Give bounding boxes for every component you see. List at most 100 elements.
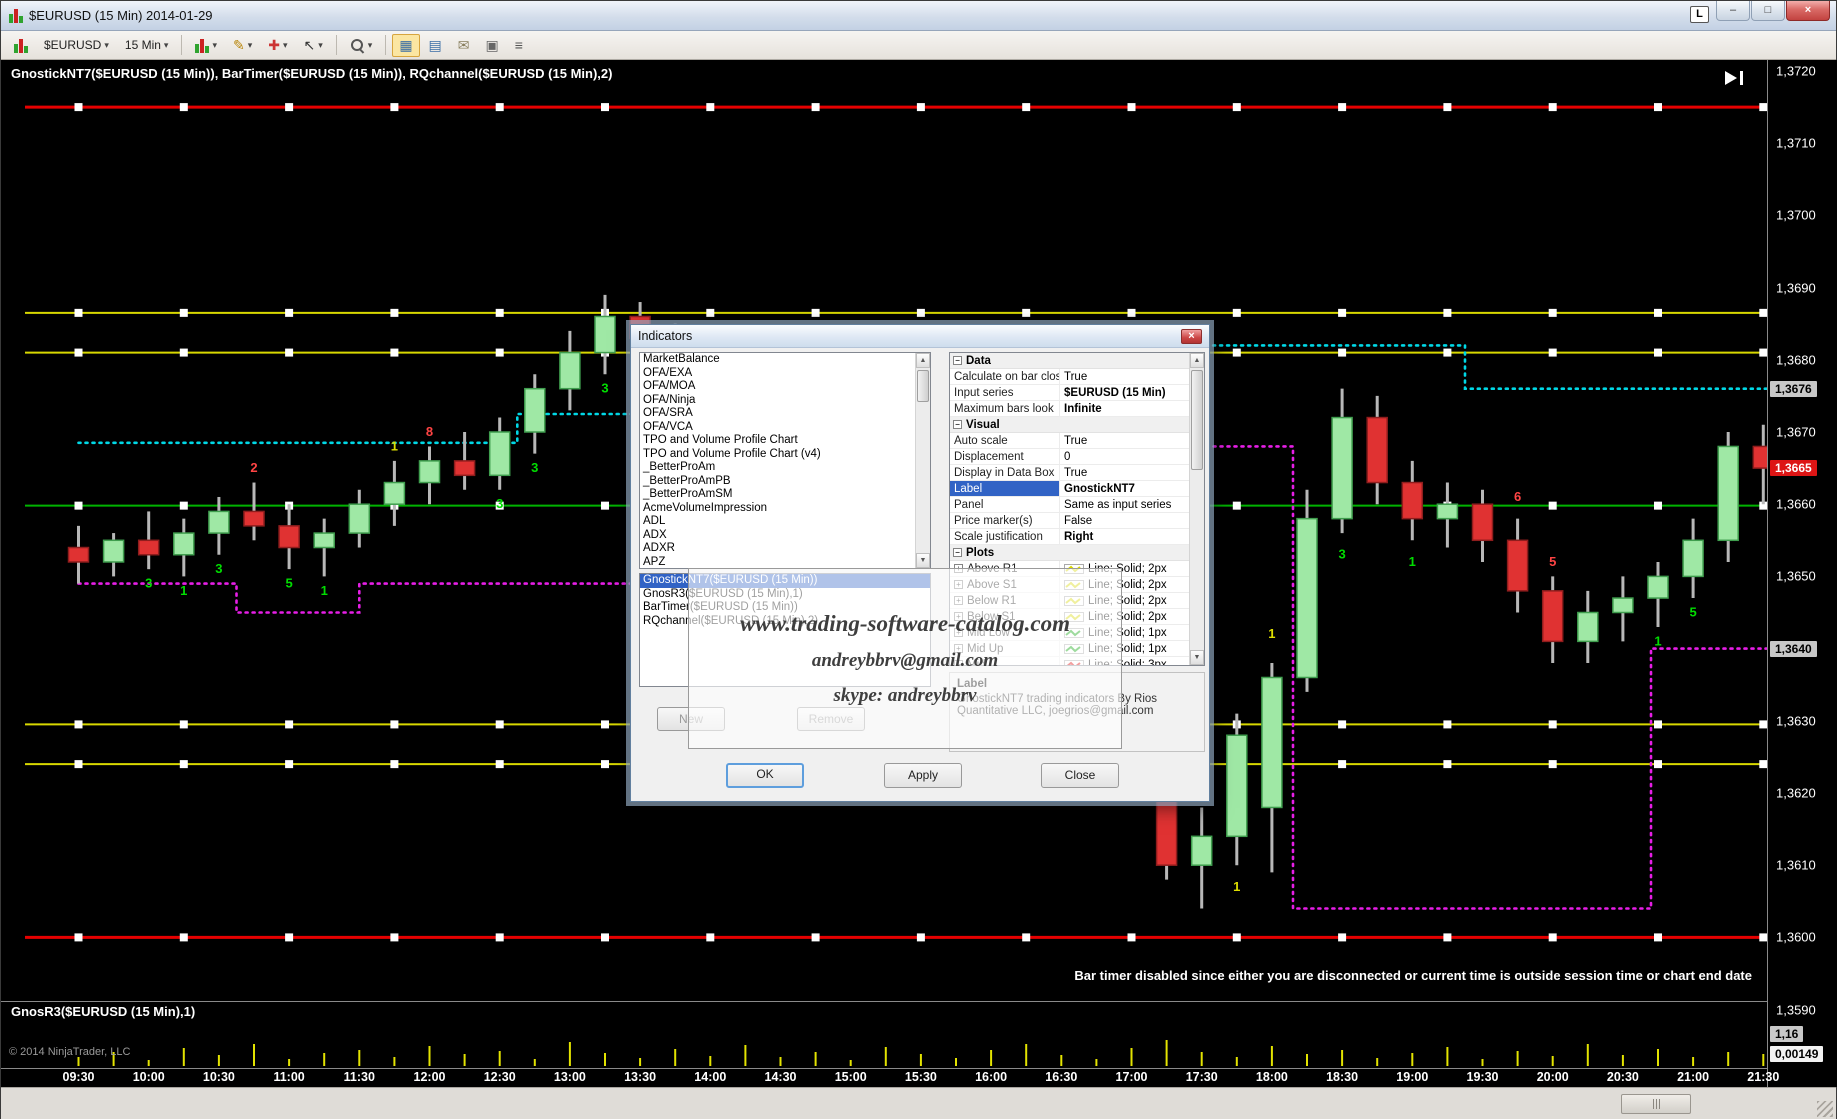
available-indicator-item[interactable]: OFA/Ninja (640, 394, 914, 408)
available-indicator-item[interactable]: ADL (640, 515, 914, 529)
watermark-line: andreybbrv@gmail.com (812, 650, 998, 672)
property-section-plots[interactable]: −Plots (950, 545, 1189, 561)
property-section-data[interactable]: −Data (950, 353, 1189, 369)
collapse-icon[interactable]: − (953, 420, 962, 429)
section-label: Plots (966, 547, 994, 559)
property-section-visual[interactable]: −Visual (950, 417, 1189, 433)
toolbar-separator (336, 35, 337, 55)
watermark-line: www.trading-software-catalog.com (740, 611, 1070, 637)
available-indicator-item[interactable]: TPO and Volume Profile Chart (v4) (640, 448, 914, 462)
property-row[interactable]: Scale justification Right (950, 529, 1189, 545)
available-list-scrollbar[interactable]: ▲ ▼ (915, 353, 930, 568)
scroll-down-icon[interactable]: ▼ (916, 553, 930, 568)
property-row[interactable]: Maximum bars lookInfinite (950, 401, 1189, 417)
property-value[interactable]: GnostickNT7 (1060, 481, 1189, 496)
interval-select[interactable]: 15 Min▾ (118, 34, 176, 57)
window-titlebar[interactable]: $EURUSD (15 Min) 2014-01-29 L – □ × (1, 1, 1836, 31)
property-row[interactable]: Calculate on bar closTrue (950, 369, 1189, 385)
scrollbar-thumb[interactable] (917, 370, 929, 402)
scrollbar-thumb[interactable] (1191, 370, 1203, 470)
chart-panel-button[interactable]: ▤ (422, 34, 449, 57)
cross-icon: ✚ (268, 38, 280, 52)
property-row[interactable]: LabelGnostickNT7 (950, 481, 1189, 497)
available-indicators-list[interactable]: MarketBalanceOFA/EXAOFA/MOAOFA/NinjaOFA/… (639, 352, 931, 569)
cursor-select[interactable]: ↖▾ (297, 34, 330, 57)
main-toolbar: $EURUSD▾15 Min▾▾✎▾✚▾↖▾▾▦▤✉▣≡ (1, 31, 1836, 60)
instrument-select[interactable]: $EURUSD▾ (37, 34, 116, 57)
property-row[interactable]: Auto scaleTrue (950, 433, 1189, 449)
available-indicator-item[interactable]: ADX (640, 529, 914, 543)
property-value[interactable]: Same as input series (1060, 497, 1189, 512)
data-box-button[interactable]: ▦ (392, 34, 419, 57)
dialog-titlebar[interactable]: Indicators × (631, 325, 1209, 348)
chart-button[interactable] (7, 34, 35, 57)
time-axis-label: 18:00 (1256, 1070, 1288, 1084)
property-row[interactable]: Displacement0 (950, 449, 1189, 465)
available-indicator-item[interactable]: TPO and Volume Profile Chart (640, 434, 914, 448)
property-value[interactable]: True (1060, 433, 1189, 448)
collapse-icon[interactable]: − (953, 356, 962, 365)
time-axis-label: 15:00 (835, 1070, 867, 1084)
scroll-up-icon[interactable]: ▲ (1190, 353, 1204, 368)
candles-icon (195, 38, 209, 53)
svg-text:3: 3 (1338, 547, 1345, 562)
price-axis[interactable]: 1,37201,37101,37001,36901,36801,36701,36… (1767, 60, 1837, 1087)
available-indicator-item[interactable]: APZ (640, 556, 914, 569)
horizontal-scrollbar-thumb[interactable] (1621, 1094, 1691, 1114)
property-name: Display in Data Box (950, 465, 1060, 480)
dropdown-arrow-icon: ▾ (368, 40, 373, 51)
available-indicator-item[interactable]: _BetterProAmSM (640, 488, 914, 502)
available-indicator-item[interactable]: OFA/EXA (640, 367, 914, 381)
available-indicator-item[interactable]: OFA/VCA (640, 421, 914, 435)
marker-tool-select[interactable]: ✚▾ (261, 34, 294, 57)
ok-button[interactable]: OK (726, 763, 804, 788)
available-indicator-item[interactable]: ADXR (640, 542, 914, 556)
price-axis-label: 1,3620 (1776, 786, 1816, 801)
property-value[interactable]: False (1060, 513, 1189, 528)
lock-button[interactable]: L (1690, 6, 1709, 23)
scroll-up-icon[interactable]: ▲ (916, 353, 930, 368)
property-value-text: 0 (1064, 451, 1070, 463)
property-value[interactable]: Infinite (1060, 401, 1189, 416)
scroll-down-icon[interactable]: ▼ (1190, 650, 1204, 665)
zoom-select[interactable]: ▾ (343, 34, 380, 57)
price-marker: 1,3665 (1770, 460, 1817, 476)
go-to-end-icon[interactable] (1723, 70, 1747, 91)
minimize-button[interactable]: – (1716, 1, 1750, 21)
snapshot-button[interactable]: ▣ (479, 34, 506, 57)
lower-panel-price-marker: 1,16 (1770, 1026, 1803, 1042)
dialog-close-button[interactable]: × (1181, 329, 1202, 344)
available-indicator-item[interactable]: OFA/SRA (640, 407, 914, 421)
property-value[interactable]: True (1060, 369, 1189, 384)
apply-button[interactable]: Apply (884, 763, 962, 788)
bottom-scrollbar-area[interactable] (1, 1087, 1836, 1119)
available-indicator-item[interactable]: AcmeVolumeImpression (640, 502, 914, 516)
property-row[interactable]: Price marker(s)False (950, 513, 1189, 529)
dropdown-arrow-icon: ▾ (318, 40, 323, 51)
time-axis[interactable]: 09:3010:0010:3011:0011:3012:0012:3013:00… (1, 1070, 1767, 1087)
property-value[interactable]: Right (1060, 529, 1189, 544)
available-indicator-item[interactable]: OFA/MOA (640, 380, 914, 394)
available-indicator-item[interactable]: _BetterProAmPB (640, 475, 914, 489)
resize-grip[interactable] (1817, 1101, 1833, 1117)
draw-tool-select[interactable]: ✎▾ (226, 34, 259, 57)
property-row[interactable]: Input series$EURUSD (15 Min) (950, 385, 1189, 401)
property-row[interactable]: PanelSame as input series (950, 497, 1189, 513)
property-value[interactable]: 0 (1060, 449, 1189, 464)
available-indicator-item[interactable]: MarketBalance (640, 353, 914, 367)
available-indicator-item[interactable]: _BetterProAm (640, 461, 914, 475)
close-button[interactable]: × (1786, 1, 1830, 21)
properties-button[interactable]: ≡ (508, 34, 530, 57)
property-value[interactable]: True (1060, 465, 1189, 480)
property-grid-scrollbar[interactable]: ▲ ▼ (1189, 353, 1204, 665)
maximize-button[interactable]: □ (1751, 1, 1785, 21)
property-name: Price marker(s) (950, 513, 1060, 528)
property-name-text: Scale justification (954, 531, 1043, 543)
bar-style-select[interactable]: ▾ (188, 34, 224, 57)
mail-button[interactable]: ✉ (451, 34, 477, 57)
svg-text:1: 1 (391, 438, 398, 453)
collapse-icon[interactable]: − (953, 548, 962, 557)
dialog-close-action-button[interactable]: Close (1041, 763, 1119, 788)
property-value[interactable]: $EURUSD (15 Min) (1060, 385, 1189, 400)
property-row[interactable]: Display in Data BoxTrue (950, 465, 1189, 481)
